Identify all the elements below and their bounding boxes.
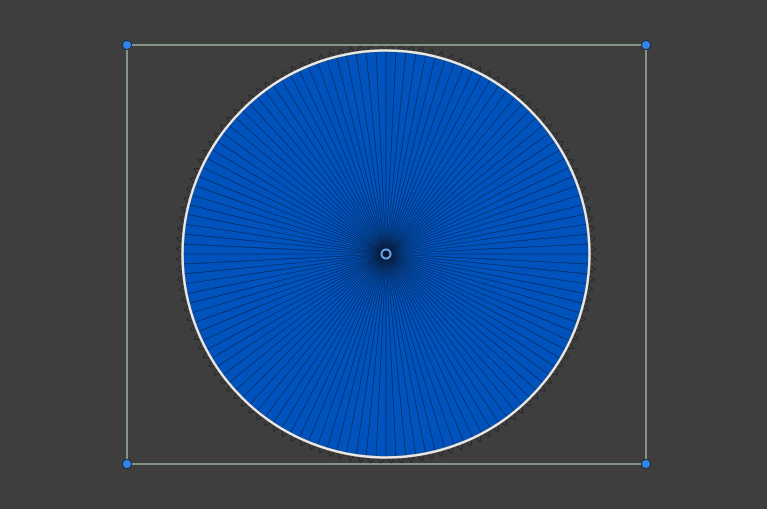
scene-view[interactable]	[0, 0, 767, 509]
rect-handle-top-right[interactable]	[641, 40, 651, 50]
rect-handle-bottom-left[interactable]	[122, 459, 132, 469]
rect-handle-bottom-right[interactable]	[641, 459, 651, 469]
rect-handle-top-left[interactable]	[122, 40, 132, 50]
mesh-wireframe	[184, 52, 588, 456]
